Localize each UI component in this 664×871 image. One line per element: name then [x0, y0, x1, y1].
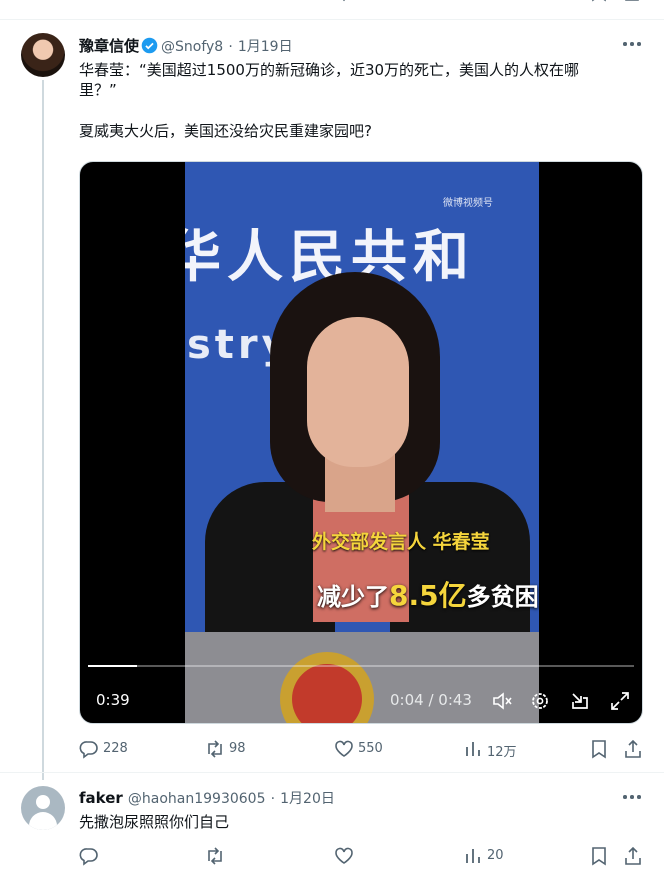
author-name[interactable]: 豫章信使 — [79, 37, 139, 55]
tweet-actions: 228 98 550 12万 — [79, 738, 643, 760]
like-icon — [335, 847, 353, 864]
separator: · — [228, 39, 233, 55]
tweet-actions: 20 — [79, 845, 643, 867]
retweet-icon — [208, 847, 222, 865]
more-options-icon[interactable] — [623, 794, 643, 800]
video-caption: 减少了8.5亿多贫困人口 — [317, 574, 539, 614]
thread-line — [42, 80, 44, 780]
divider — [0, 772, 664, 773]
video-progress-fill — [88, 665, 138, 667]
share-icon[interactable] — [624, 0, 640, 2]
author-name[interactable]: faker — [79, 789, 123, 807]
caption-highlight: 8.5亿 — [389, 579, 467, 612]
video-frame: 华人民共和 stry Fore 微博视频号 外交部发言人 华春莹 减少了8.5亿… — [185, 162, 539, 723]
tweet-date[interactable]: 1月19日 — [238, 39, 293, 55]
picture-in-picture-icon[interactable] — [569, 690, 591, 712]
tweet-date[interactable]: 1月20日 — [280, 791, 335, 807]
fullscreen-icon[interactable] — [609, 690, 631, 712]
views-count: 20 — [487, 848, 504, 863]
settings-icon[interactable] — [529, 690, 551, 712]
separator: · — [270, 791, 276, 807]
avatar-default[interactable] — [21, 786, 65, 830]
bookmark-icon — [592, 740, 606, 759]
views-count: 22 — [486, 0, 503, 2]
views-count: 12万 — [487, 745, 517, 760]
views-icon — [466, 742, 480, 756]
tweet-text-line: 夏威夷大火后，美国还没给灾民重建家园吧? — [79, 122, 372, 140]
tweet-text-line: 华春莹：“美国超过1500万的新冠确诊，近30万的死亡，美国人的人权在哪 — [79, 61, 580, 79]
video-caption-speaker: 外交部发言人 华春莹 — [312, 531, 490, 553]
like-icon — [335, 740, 353, 757]
share-icon — [625, 739, 641, 758]
tweet-header: 豫章信使 @Snofy8 · 1月19日 — [79, 35, 293, 56]
author-handle[interactable]: @Snofy8 — [161, 39, 223, 55]
views-icon[interactable] — [464, 0, 480, 2]
reply-icon — [79, 848, 98, 866]
retweet-count: 98 — [229, 741, 246, 756]
mute-icon[interactable] — [491, 690, 513, 712]
avatar[interactable] — [21, 33, 65, 77]
video-time-remaining: 0:39 — [96, 691, 130, 709]
caption-prefix: 减少了 — [317, 583, 389, 611]
bookmark-icon[interactable] — [591, 0, 607, 2]
tweet-header: faker @haohan19930605 · 1月20日 — [79, 788, 335, 808]
tweet-text: 华春莹：“美国超过1500万的新冠确诊，近30万的死亡，美国人的人权在哪 里？”… — [79, 60, 579, 141]
views-icon — [466, 849, 480, 863]
more-options-icon[interactable] — [623, 41, 643, 47]
video-player[interactable]: 华人民共和 stry Fore 微博视频号 外交部发言人 华春莹 减少了8.5亿… — [79, 161, 643, 724]
reply-count: 228 — [103, 741, 128, 756]
like-icon[interactable] — [335, 0, 353, 2]
video-watermark: 微博视频号 — [443, 198, 493, 209]
video-progress-bar[interactable] — [88, 665, 634, 667]
verified-badge-icon — [141, 37, 158, 54]
reply-icon — [79, 741, 98, 759]
tweet-text: 先撒泡尿照照你们自己 — [79, 813, 230, 831]
caption-suffix: 多贫困人口 — [466, 583, 539, 611]
previous-tweet-actions: 22 — [0, 0, 664, 4]
divider — [0, 19, 664, 20]
like-count: 550 — [358, 741, 383, 756]
figure-face — [307, 317, 409, 467]
retweet-icon — [208, 740, 222, 758]
share-icon — [625, 846, 641, 865]
retweet-icon[interactable] — [206, 0, 224, 2]
author-handle[interactable]: @haohan19930605 — [128, 791, 266, 807]
video-time: 0:04 / 0:43 — [390, 691, 472, 709]
bookmark-icon — [592, 847, 606, 866]
tweet-text-line: 里？” — [79, 81, 117, 99]
